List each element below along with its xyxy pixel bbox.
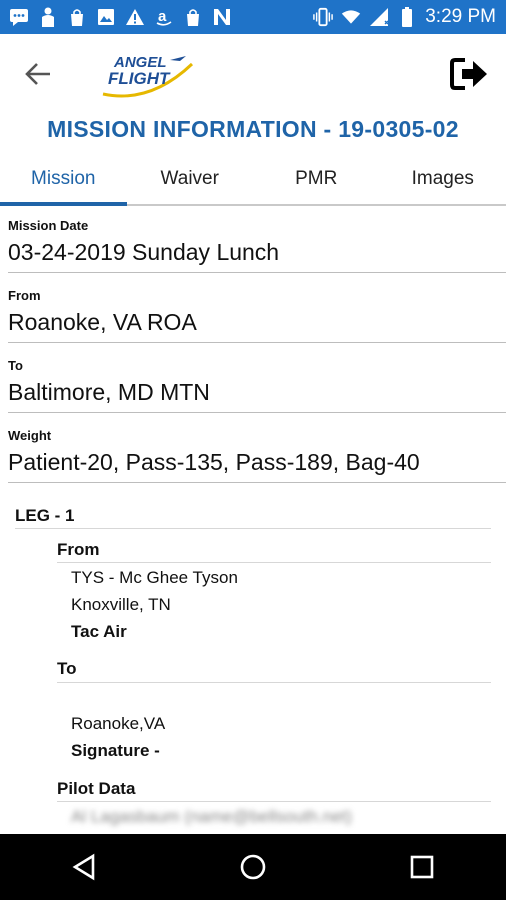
- nav-home-button[interactable]: [223, 837, 283, 897]
- battery-icon: [397, 7, 417, 27]
- tab-mission[interactable]: Mission: [0, 154, 127, 206]
- mission-content[interactable]: Mission Date 03-24-2019 Sunday Lunch Fro…: [0, 206, 506, 834]
- signature-label: Signature -: [71, 741, 160, 760]
- pilot-data-label: Pilot Data: [57, 779, 136, 798]
- svg-text:a: a: [158, 8, 167, 25]
- amazon-icon: a: [154, 7, 174, 27]
- logout-icon: [450, 58, 487, 90]
- pilot-email: Al Lagasbaum (name@bellsouth.net): [71, 807, 352, 826]
- signal-icon: [369, 7, 389, 27]
- mission-date-field: Mission Date 03-24-2019 Sunday Lunch: [8, 218, 506, 273]
- mission-date-value: 03-24-2019 Sunday Lunch: [8, 239, 506, 273]
- vibrate-icon: [313, 7, 334, 27]
- leg-divider: [15, 528, 491, 529]
- square-recents-icon: [410, 855, 433, 879]
- circle-home-icon: [240, 854, 266, 880]
- from-label: From: [8, 288, 41, 303]
- to-value: Baltimore, MD MTN: [8, 379, 506, 413]
- image-icon: [96, 7, 116, 27]
- to-field: To Baltimore, MD MTN: [8, 358, 506, 413]
- pilot-data-divider: [57, 801, 491, 802]
- tab-waiver[interactable]: Waiver: [127, 154, 254, 204]
- tab-images[interactable]: Images: [380, 154, 506, 204]
- person-icon: [38, 7, 58, 27]
- weight-field: Weight Patient-20, Pass-135, Pass-189, B…: [8, 428, 506, 483]
- logout-button[interactable]: [448, 54, 490, 94]
- from-value: Roanoke, VA ROA: [8, 309, 506, 343]
- from-field: From Roanoke, VA ROA: [8, 288, 506, 343]
- weight-value: Patient-20, Pass-135, Pass-189, Bag-40: [8, 449, 506, 483]
- leg-to-divider: [57, 682, 491, 683]
- app-bar: ANGEL FLIGHT: [0, 34, 506, 114]
- back-button[interactable]: [20, 56, 56, 92]
- leg-from-airport: TYS - Mc Ghee Tyson: [71, 568, 238, 587]
- leg-title: LEG - 1: [15, 506, 75, 525]
- to-label: To: [8, 358, 23, 373]
- status-bar: a 3:29 PM: [0, 0, 506, 34]
- mission-date-label: Mission Date: [8, 218, 89, 233]
- leg-from-city: Knoxville, TN: [71, 595, 171, 614]
- leg-to-city: Roanoke,VA: [71, 714, 166, 733]
- system-nav-bar: [0, 834, 506, 900]
- leg-from-label: From: [57, 540, 100, 559]
- shopping-bag-icon: [183, 7, 203, 27]
- status-time: 3:29 PM: [425, 6, 496, 27]
- leg-from-fbo: Tac Air: [71, 622, 127, 641]
- weight-label: Weight: [8, 428, 52, 443]
- leg-to-label: To: [57, 659, 77, 678]
- nav-back-button[interactable]: [54, 837, 114, 897]
- tab-pmr[interactable]: PMR: [253, 154, 380, 204]
- leg-from-divider: [57, 562, 491, 563]
- nav-recents-button[interactable]: [392, 837, 452, 897]
- logo-text-flight: FLIGHT: [108, 69, 171, 88]
- angel-flight-logo: ANGEL FLIGHT: [100, 46, 200, 102]
- triangle-back-icon: [72, 853, 95, 881]
- warning-icon: [125, 7, 145, 27]
- wifi-icon: [341, 7, 361, 27]
- page-title: MISSION INFORMATION - 19-0305-02: [47, 116, 459, 142]
- arrow-left-icon: [25, 63, 50, 85]
- shopping-bag-icon: [67, 7, 87, 27]
- message-icon: [9, 7, 29, 27]
- tab-bar: Mission Waiver PMR Images: [0, 154, 506, 206]
- n-icon: [212, 7, 232, 27]
